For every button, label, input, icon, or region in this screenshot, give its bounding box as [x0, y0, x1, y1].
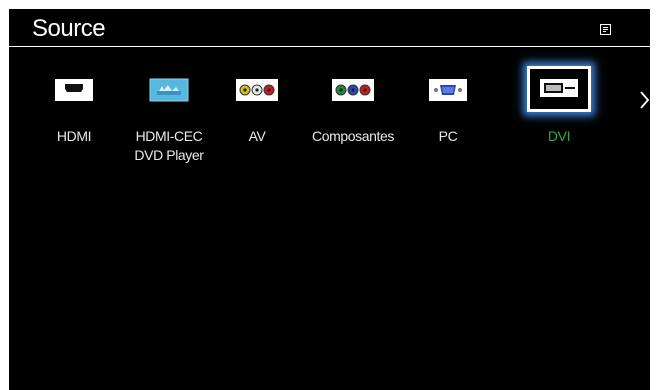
source-item-av[interactable]: AV — [212, 69, 302, 179]
source-item-label: PC — [438, 128, 458, 144]
source-item-label: HDMI — [56, 128, 92, 144]
component-rca-connector-icon — [328, 69, 378, 109]
hdmi-port-icon — [49, 69, 99, 109]
source-item-pc[interactable]: PC — [403, 69, 493, 179]
source-item-label: Composantes — [312, 128, 394, 144]
source-item-hdmi[interactable]: HDMI — [29, 69, 119, 179]
page-title: Source — [32, 15, 106, 42]
source-screen: Source HDMI HDMI-CEC DVD Player AV Compo… — [9, 9, 650, 390]
tools-menu-icon[interactable] — [600, 24, 611, 35]
source-item-dvi[interactable]: DVI — [514, 66, 604, 179]
chevron-right-icon[interactable] — [639, 91, 650, 109]
source-item-label: DVI — [547, 128, 571, 144]
source-item-label: HDMI-CEC DVD Player — [134, 128, 204, 163]
anynet-cec-icon — [144, 69, 194, 109]
source-item-label: AV — [248, 128, 266, 144]
av-rca-connector-icon — [232, 69, 282, 109]
source-item-composantes[interactable]: Composantes — [308, 69, 398, 179]
header-bar: Source — [9, 9, 650, 47]
source-item-hdmi-cec-dvd-player[interactable]: HDMI-CEC DVD Player — [124, 69, 214, 179]
dvi-port-icon — [527, 66, 591, 112]
vga-port-icon — [423, 69, 473, 109]
